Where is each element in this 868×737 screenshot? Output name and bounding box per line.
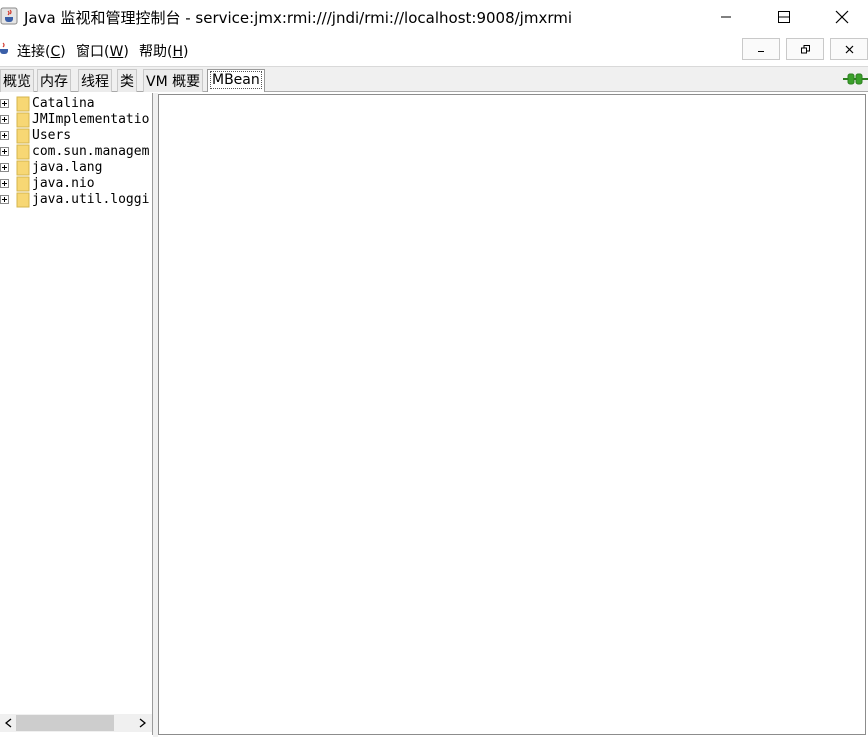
menu-help[interactable]: 帮助(H)	[139, 41, 188, 61]
window-minimize-button[interactable]	[697, 0, 755, 33]
window-title: Java 监视和管理控制台 - service:jmx:rmi:///jndi/…	[24, 9, 573, 27]
menu-window[interactable]: 窗口(W)	[76, 41, 129, 61]
close-icon	[835, 10, 849, 23]
java-cup-icon	[0, 7, 18, 25]
maximize-icon	[778, 10, 790, 23]
scroll-right-button[interactable]	[134, 714, 150, 732]
tab-memory[interactable]: 内存	[37, 69, 71, 92]
expand-icon[interactable]	[0, 163, 9, 172]
folder-icon	[16, 128, 30, 144]
folder-icon	[16, 96, 30, 112]
folder-icon	[16, 112, 30, 128]
tab-mbean[interactable]: MBean	[207, 69, 265, 92]
mdi-close-icon	[845, 45, 853, 53]
mdi-minimize-button[interactable]	[742, 38, 780, 60]
tab-threads[interactable]: 线程	[78, 69, 112, 92]
window-maximize-button[interactable]	[755, 0, 813, 33]
connected-plug-icon	[843, 73, 868, 85]
minimize-icon	[721, 16, 731, 17]
tree-node-java-lang[interactable]: java.lang	[0, 160, 152, 176]
mdi-minimize-icon	[758, 51, 764, 52]
tab-vm-summary[interactable]: VM 概要	[143, 69, 204, 92]
expand-icon[interactable]	[0, 115, 9, 124]
chevron-left-icon	[4, 718, 11, 728]
expand-icon[interactable]	[0, 131, 9, 140]
tree-node-com-sun-management[interactable]: com.sun.managem	[0, 144, 152, 160]
tab-strip: 概览 内存 线程 类 VM 概要 MBean	[0, 66, 868, 92]
folder-icon	[16, 160, 30, 176]
java-cup-icon	[0, 42, 8, 54]
scroll-left-button[interactable]	[0, 714, 16, 732]
menu-bar: 连接(C) 窗口(W) 帮助(H)	[0, 33, 868, 65]
mdi-close-button[interactable]	[830, 38, 868, 60]
expand-icon[interactable]	[0, 147, 9, 156]
scrollbar-thumb[interactable]	[16, 715, 114, 731]
folder-icon	[16, 192, 30, 208]
window-close-button[interactable]	[813, 0, 868, 33]
expand-icon[interactable]	[0, 99, 9, 108]
mdi-restore-icon	[800, 44, 810, 53]
tab-classes[interactable]: 类	[117, 69, 137, 92]
tree-node-java-util-logging[interactable]: java.util.loggi	[0, 192, 152, 208]
mbean-detail-panel	[158, 94, 866, 735]
folder-icon	[16, 176, 30, 192]
chevron-right-icon	[139, 718, 146, 728]
expand-icon[interactable]	[0, 195, 9, 204]
tree-node-catalina[interactable]: Catalina	[0, 96, 152, 112]
tree-node-users[interactable]: Users	[0, 128, 152, 144]
expand-icon[interactable]	[0, 179, 9, 188]
tree-node-java-nio[interactable]: java.nio	[0, 176, 152, 192]
tab-overview[interactable]: 概览	[0, 69, 34, 92]
mbean-tree: Catalina JMImplementatio Users com.sun.m…	[0, 93, 153, 735]
tree-horizontal-scrollbar[interactable]	[0, 714, 152, 732]
folder-icon	[16, 144, 30, 160]
tree-node-jmimplementation[interactable]: JMImplementatio	[0, 112, 152, 128]
mdi-restore-button[interactable]	[786, 38, 824, 60]
menu-connection[interactable]: 连接(C)	[17, 41, 66, 61]
